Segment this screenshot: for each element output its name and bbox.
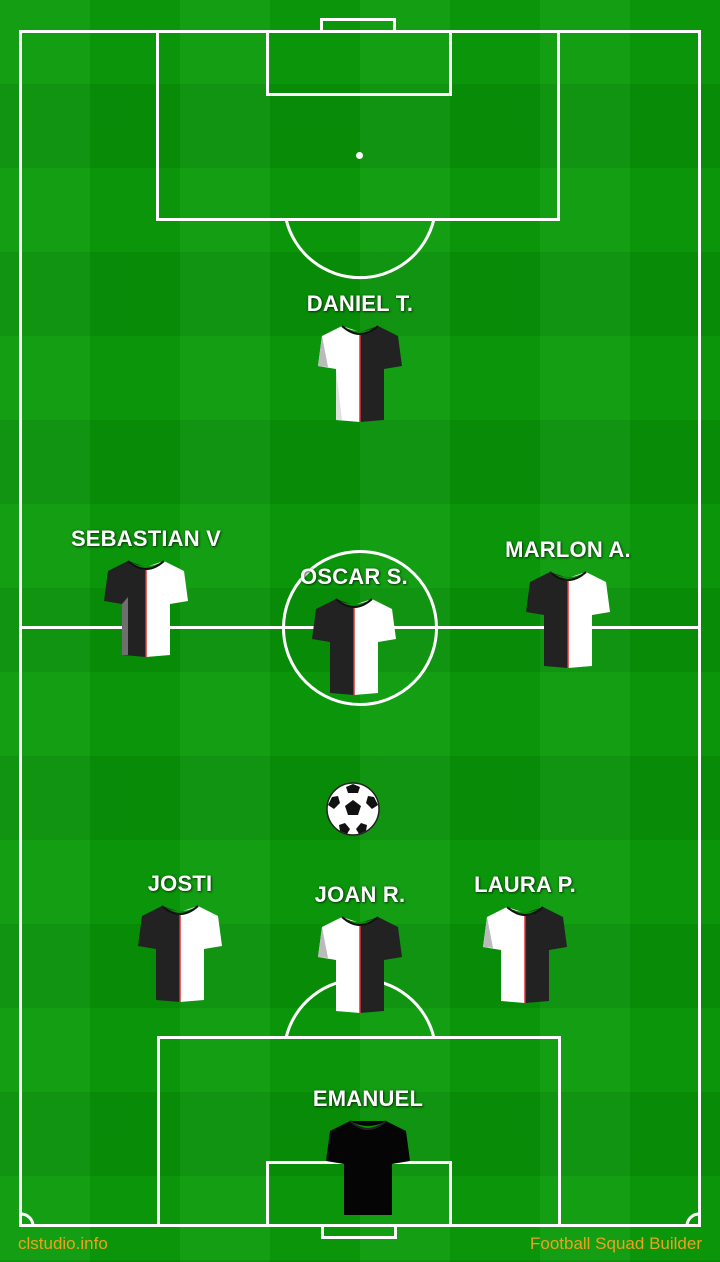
- player-name: JOSTI: [147, 871, 213, 896]
- player-sebastian-v[interactable]: SEBASTIAN V: [46, 527, 246, 659]
- player-emanuel[interactable]: EMANUEL: [268, 1087, 468, 1219]
- player-name: EMANUEL: [312, 1086, 424, 1111]
- football-ball-icon[interactable]: [325, 781, 381, 837]
- footer-website-link[interactable]: clstudio.info: [18, 1234, 108, 1254]
- player-laura-p[interactable]: LAURA P.: [425, 873, 625, 1005]
- striped-jersey-icon: [483, 906, 567, 1003]
- striped-jersey-icon: [312, 598, 396, 695]
- player-name: SEBASTIAN V: [70, 526, 222, 551]
- player-josti[interactable]: JOSTI: [80, 872, 280, 1004]
- player-name: DANIEL T.: [306, 291, 414, 316]
- striped-jersey-icon: [526, 571, 610, 668]
- striped-jersey-icon: [138, 905, 222, 1002]
- player-name: OSCAR S.: [300, 564, 408, 589]
- player-daniel-t[interactable]: DANIEL T.: [260, 292, 460, 424]
- striped-jersey-icon: [318, 916, 402, 1013]
- player-oscar-s[interactable]: OSCAR S.: [254, 565, 454, 697]
- player-marlon-a[interactable]: MARLON A.: [468, 538, 668, 670]
- striped-jersey-icon: [318, 325, 402, 422]
- football-pitch: DANIEL T. SEBASTIAN V OSCAR S. MARLON A.…: [0, 0, 720, 1262]
- player-name: MARLON A.: [505, 537, 631, 562]
- footer-app-name: Football Squad Builder: [529, 1234, 702, 1253]
- player-name: LAURA P.: [474, 872, 576, 897]
- striped-jersey-icon: [104, 560, 188, 657]
- goalkeeper-jersey-icon: [326, 1120, 410, 1215]
